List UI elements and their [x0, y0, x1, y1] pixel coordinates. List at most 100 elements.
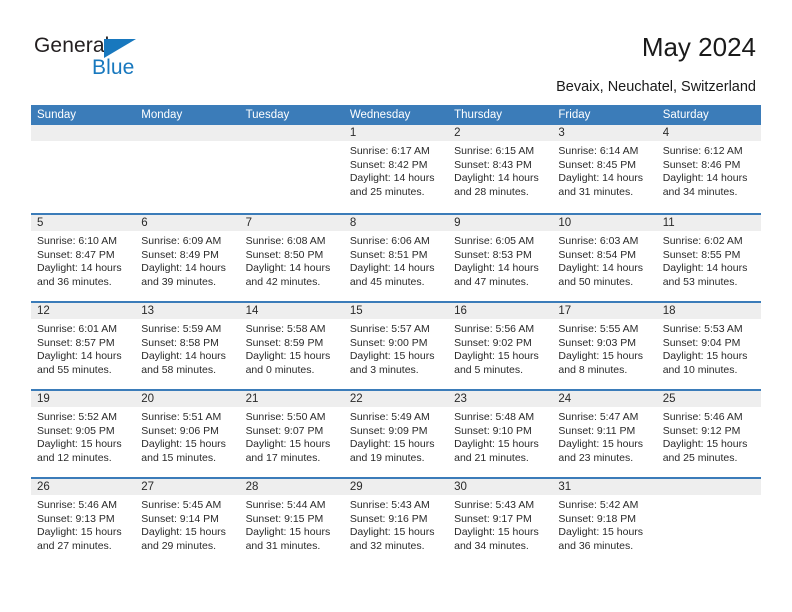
- calendar-day-cell[interactable]: 19 Sunrise: 5:52 AM Sunset: 9:05 PM Dayligh…: [31, 391, 136, 477]
- sunset-time: Sunset: 9:10 PM: [454, 424, 532, 437]
- general-blue-logo[interactable]: General Blue: [34, 34, 214, 86]
- day-number-band: 21: [239, 391, 344, 407]
- sunrise-time: Sunrise: 5:58 AM: [245, 323, 326, 335]
- calendar-day-cell[interactable]: 12 Sunrise: 6:01 AM Sunset: 8:57 PM Dayligh…: [31, 303, 136, 389]
- sunset-time: Sunset: 9:09 PM: [349, 424, 428, 437]
- daylight-duration-line1: Daylight: 15 hours: [141, 526, 226, 539]
- calendar-day-cell-empty: [31, 125, 136, 213]
- calendar-day-cell[interactable]: 24 Sunrise: 5:47 AM Sunset: 9:11 PM Dayligh…: [552, 391, 657, 477]
- daylight-duration-line2: and 10 minutes.: [662, 363, 738, 376]
- calendar-day-cell[interactable]: 7 Sunrise: 6:08 AM Sunset: 8:50 PM Daylight…: [239, 215, 344, 301]
- daylight-duration-line1: Daylight: 14 hours: [245, 262, 331, 275]
- day-number: 11: [662, 217, 675, 229]
- daylight-duration-line2: and 58 minutes.: [141, 363, 216, 376]
- daylight-duration-line1: Daylight: 14 hours: [37, 350, 122, 363]
- day-details: Sunrise: 5:43 AM Sunset: 9:16 PM Daylight:…: [344, 495, 448, 553]
- day-number-band: 29: [343, 479, 449, 495]
- sunrise-time: Sunrise: 5:43 AM: [349, 499, 430, 511]
- day-number-band: 8: [343, 215, 449, 231]
- day-number: 6: [141, 217, 148, 229]
- daylight-duration-line1: Daylight: 15 hours: [454, 350, 539, 363]
- daylight-duration-line2: and 17 minutes.: [245, 451, 321, 464]
- calendar-day-cell[interactable]: 9 Sunrise: 6:05 AM Sunset: 8:53 PM Daylight…: [448, 215, 553, 301]
- calendar-day-cell[interactable]: 13 Sunrise: 5:59 AM Sunset: 8:58 PM Dayligh…: [135, 303, 240, 389]
- calendar-day-cell[interactable]: 6 Sunrise: 6:09 AM Sunset: 8:49 PM Daylight…: [135, 215, 240, 301]
- calendar-day-cell[interactable]: 31 Sunrise: 5:42 AM Sunset: 9:18 PM Dayligh…: [552, 479, 657, 565]
- sunset-time: Sunset: 8:42 PM: [349, 158, 428, 171]
- day-number: 31: [558, 481, 572, 493]
- calendar-day-cell[interactable]: 29 Sunrise: 5:43 AM Sunset: 9:16 PM Dayligh…: [343, 479, 449, 565]
- calendar-day-cell[interactable]: 8 Sunrise: 6:06 AM Sunset: 8:51 PM Daylight…: [343, 215, 449, 301]
- sunset-time: Sunset: 9:06 PM: [141, 424, 219, 437]
- calendar-day-cell[interactable]: 16 Sunrise: 5:56 AM Sunset: 9:02 PM Dayligh…: [448, 303, 553, 389]
- calendar-day-cell[interactable]: 10 Sunrise: 6:03 AM Sunset: 8:54 PM Dayligh…: [552, 215, 657, 301]
- day-number: 21: [245, 393, 259, 405]
- sunset-time: Sunset: 9:16 PM: [349, 512, 428, 525]
- sunrise-time: Sunrise: 6:06 AM: [349, 235, 430, 247]
- sunrise-time: Sunrise: 5:45 AM: [141, 499, 222, 511]
- calendar-day-cell[interactable]: 17 Sunrise: 5:55 AM Sunset: 9:03 PM Dayligh…: [552, 303, 657, 389]
- calendar-day-cell[interactable]: 30 Sunrise: 5:43 AM Sunset: 9:17 PM Dayligh…: [448, 479, 553, 565]
- sunrise-time: Sunrise: 6:12 AM: [662, 145, 743, 157]
- day-details: [657, 495, 761, 499]
- day-number: 19: [37, 393, 50, 405]
- day-number-band: [135, 125, 240, 141]
- day-number: 22: [349, 393, 363, 405]
- daylight-duration-line2: and 39 minutes.: [141, 275, 216, 288]
- daylight-duration-line1: Daylight: 15 hours: [349, 526, 435, 539]
- calendar-day-cell[interactable]: 27 Sunrise: 5:45 AM Sunset: 9:14 PM Dayligh…: [135, 479, 240, 565]
- calendar-day-cell[interactable]: 4 Sunrise: 6:12 AM Sunset: 8:46 PM Daylight…: [656, 125, 761, 213]
- daylight-duration-line1: Daylight: 14 hours: [141, 350, 226, 363]
- calendar-day-cell[interactable]: 1 Sunrise: 6:17 AM Sunset: 8:42 PM Daylight…: [343, 125, 449, 213]
- day-details: Sunrise: 5:59 AM Sunset: 8:58 PM Daylight:…: [135, 319, 239, 377]
- day-number: 3: [558, 127, 565, 139]
- calendar-day-cell-empty: [239, 125, 344, 213]
- day-number-band: 3: [552, 125, 657, 141]
- calendar-day-cell-empty: [135, 125, 240, 213]
- day-details: Sunrise: 5:46 AM Sunset: 9:13 PM Daylight:…: [31, 495, 135, 553]
- day-details: Sunrise: 6:12 AM Sunset: 8:46 PM Daylight:…: [657, 141, 761, 199]
- daylight-duration-line2: and 36 minutes.: [558, 539, 634, 552]
- sunset-time: Sunset: 9:18 PM: [558, 512, 637, 525]
- calendar-day-cell[interactable]: 5 Sunrise: 6:10 AM Sunset: 8:47 PM Daylight…: [31, 215, 136, 301]
- sunrise-time: Sunrise: 6:02 AM: [662, 235, 743, 247]
- day-details: Sunrise: 5:50 AM Sunset: 9:07 PM Daylight:…: [240, 407, 344, 465]
- calendar-day-cell[interactable]: 11 Sunrise: 6:02 AM Sunset: 8:55 PM Dayligh…: [656, 215, 761, 301]
- sunrise-time: Sunrise: 5:44 AM: [245, 499, 326, 511]
- page-header: General Blue May 2024 Bevaix, Neuchatel,…: [0, 0, 792, 104]
- day-number: 15: [349, 305, 363, 317]
- calendar-day-cell[interactable]: 23 Sunrise: 5:48 AM Sunset: 9:10 PM Dayligh…: [448, 391, 553, 477]
- calendar-day-cell[interactable]: 22 Sunrise: 5:49 AM Sunset: 9:09 PM Dayligh…: [343, 391, 449, 477]
- sunset-time: Sunset: 8:51 PM: [349, 248, 428, 261]
- calendar-day-cell[interactable]: 25 Sunrise: 5:46 AM Sunset: 9:12 PM Dayligh…: [656, 391, 761, 477]
- calendar-day-cell[interactable]: 20 Sunrise: 5:51 AM Sunset: 9:06 PM Dayligh…: [135, 391, 240, 477]
- sunrise-time: Sunrise: 6:08 AM: [245, 235, 326, 247]
- day-number: 28: [245, 481, 259, 493]
- calendar-day-cell[interactable]: 21 Sunrise: 5:50 AM Sunset: 9:07 PM Dayligh…: [239, 391, 344, 477]
- day-header-sunday: Sunday: [37, 109, 77, 121]
- calendar-page: General Blue May 2024 Bevaix, Neuchatel,…: [0, 0, 792, 612]
- daylight-duration-line2: and 36 minutes.: [37, 275, 112, 288]
- calendar-weeks: 1 Sunrise: 6:17 AM Sunset: 8:42 PM Daylight…: [31, 125, 761, 565]
- day-details: Sunrise: 5:55 AM Sunset: 9:03 PM Daylight:…: [552, 319, 656, 377]
- daylight-duration-line1: Daylight: 14 hours: [454, 172, 539, 185]
- calendar-day-cell[interactable]: 3 Sunrise: 6:14 AM Sunset: 8:45 PM Daylight…: [552, 125, 657, 213]
- day-number-band: 6: [135, 215, 240, 231]
- daylight-duration-line2: and 12 minutes.: [37, 451, 112, 464]
- day-number-band: 15: [343, 303, 449, 319]
- day-number-band: 28: [239, 479, 344, 495]
- daylight-duration-line1: Daylight: 15 hours: [349, 438, 435, 451]
- sunset-time: Sunset: 9:03 PM: [558, 336, 637, 349]
- day-number-band: 31: [552, 479, 657, 495]
- day-number-band: 24: [552, 391, 657, 407]
- daylight-duration-line1: Daylight: 15 hours: [662, 350, 748, 363]
- calendar-day-cell[interactable]: 15 Sunrise: 5:57 AM Sunset: 9:00 PM Dayligh…: [343, 303, 449, 389]
- calendar-day-cell[interactable]: 28 Sunrise: 5:44 AM Sunset: 9:15 PM Dayligh…: [239, 479, 344, 565]
- calendar-day-cell[interactable]: 18 Sunrise: 5:53 AM Sunset: 9:04 PM Dayligh…: [656, 303, 761, 389]
- calendar-day-cell[interactable]: 2 Sunrise: 6:15 AM Sunset: 8:43 PM Daylight…: [448, 125, 553, 213]
- calendar-day-cell[interactable]: 26 Sunrise: 5:46 AM Sunset: 9:13 PM Dayligh…: [31, 479, 136, 565]
- day-details: Sunrise: 5:45 AM Sunset: 9:14 PM Daylight:…: [135, 495, 239, 553]
- day-number: 24: [558, 393, 572, 405]
- calendar-day-cell[interactable]: 14 Sunrise: 5:58 AM Sunset: 8:59 PM Dayligh…: [239, 303, 344, 389]
- day-number-band: 23: [448, 391, 553, 407]
